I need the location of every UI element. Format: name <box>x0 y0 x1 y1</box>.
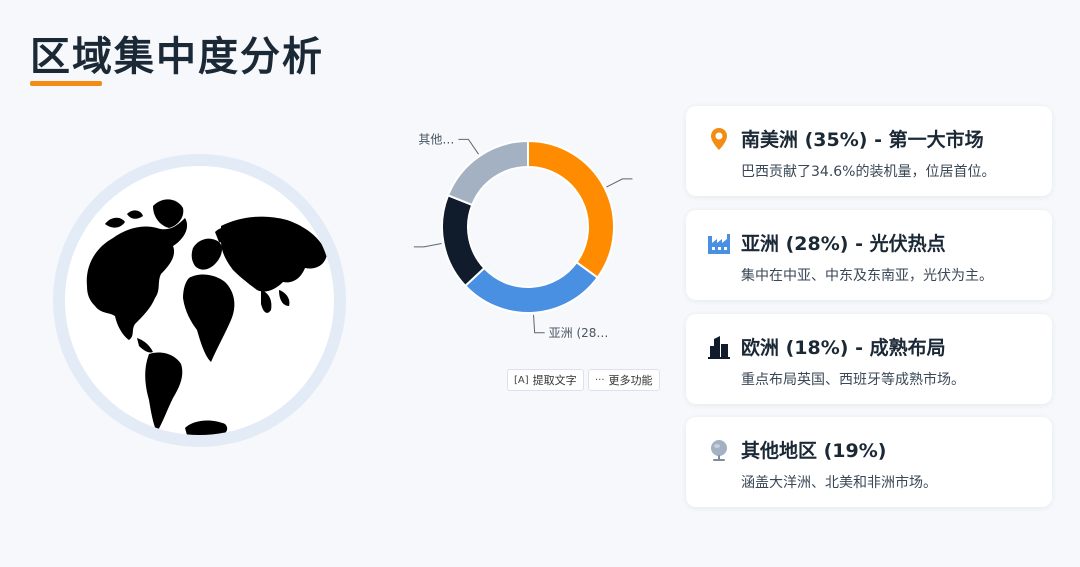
text-scan-icon: [A] <box>514 374 529 386</box>
card-desc: 集中在中亚、中东及东南亚，光伏为主。 <box>741 268 993 284</box>
extract-text-label: 提取文字 <box>532 374 577 387</box>
card-asia: 亚洲 (28%) - 光伏热点 集中在中亚、中东及东南亚，光伏为主。 <box>686 210 1052 300</box>
card-europe: 欧洲 (18%) - 成熟布局 重点布局英国、西班牙等成熟市场。 <box>686 314 1052 404</box>
card-other: 其他地区 (19%) 涵盖大洋洲、北美和非洲市场。 <box>686 417 1052 507</box>
card-title: 南美洲 (35%) - 第一大市场 <box>741 129 984 151</box>
card-title: 亚洲 (28%) - 光伏热点 <box>741 233 946 255</box>
page-title: 区域集中度分析 <box>30 34 324 80</box>
slice-label-1: 亚洲 (28… <box>549 326 609 340</box>
leader-line-2 <box>413 242 442 248</box>
leader-line-1 <box>533 314 545 334</box>
card-title: 欧洲 (18%) - 成熟布局 <box>741 337 946 359</box>
card-south-america: 南美洲 (35%) - 第一大市场 巴西贡献了34.6%的装机量，位居首位。 <box>686 106 1052 196</box>
more-functions-button[interactable]: ··· 更多功能 <box>588 369 660 391</box>
donut-slice-1 <box>463 260 599 314</box>
world-map-icon <box>86 199 327 435</box>
factory-icon <box>708 234 730 254</box>
more-functions-label: 更多功能 <box>608 374 653 387</box>
world-globe-image <box>53 154 346 447</box>
card-desc: 重点布局英国、西班牙等成熟市场。 <box>741 372 965 388</box>
donut-chart: 亚洲 (28… 其他… <box>413 132 633 340</box>
more-dots-icon: ··· <box>595 374 605 386</box>
globe-icon <box>711 440 727 461</box>
title-underline <box>30 81 102 86</box>
donut-slice-3 <box>446 139 529 207</box>
map-pin-icon <box>711 128 727 150</box>
extract-text-button[interactable]: [A] 提取文字 <box>507 369 584 391</box>
building-icon <box>708 336 730 359</box>
donut-slice-2 <box>441 194 486 288</box>
card-desc: 涵盖大洋洲、北美和非洲市场。 <box>741 475 937 491</box>
donut-slice-0 <box>527 139 615 279</box>
slice-label-3: 其他… <box>418 132 454 146</box>
card-desc: 巴西贡献了34.6%的装机量，位居首位。 <box>741 164 996 180</box>
leader-line-0 <box>606 178 633 188</box>
card-title: 其他地区 (19%) <box>741 440 887 462</box>
leader-line-3 <box>458 138 479 155</box>
